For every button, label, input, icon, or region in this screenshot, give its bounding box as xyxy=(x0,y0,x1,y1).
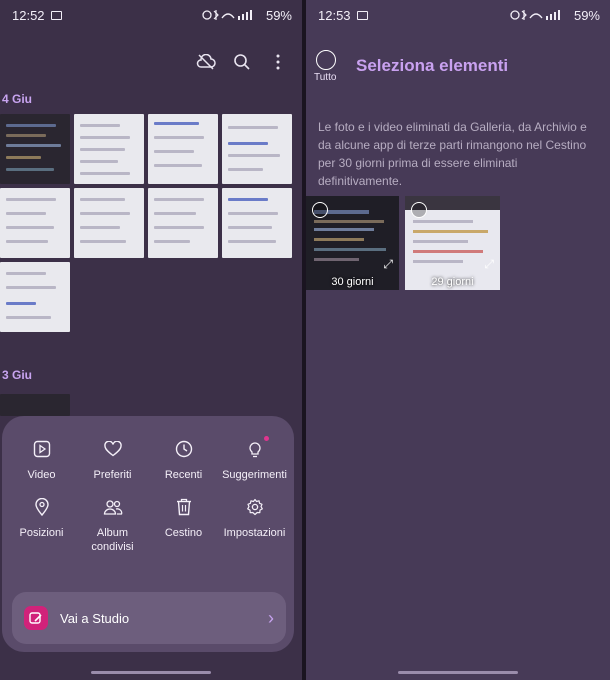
menu-item-label: Recenti xyxy=(164,469,203,481)
battery-level: 59% xyxy=(573,7,600,23)
heart-icon xyxy=(102,438,124,460)
page-title: Seleziona elementi xyxy=(356,56,509,75)
menu-item-label: Posizioni xyxy=(19,527,64,539)
menu-item-settings[interactable]: Impostazioni xyxy=(219,496,290,554)
select-all-checkbox[interactable] xyxy=(316,50,336,70)
image-notification-icon xyxy=(50,10,62,20)
menu-item-favorites[interactable]: Preferiti xyxy=(77,438,148,482)
menu-item-locations[interactable]: Posizioni xyxy=(6,496,77,554)
status-bar: 12:53 59% xyxy=(306,0,610,30)
cloud-off-icon[interactable] xyxy=(196,52,216,72)
gear-icon xyxy=(244,496,266,518)
studio-label: Vai a Studio xyxy=(60,610,130,626)
photo-thumbnail[interactable] xyxy=(222,188,292,258)
photo-thumbnail[interactable] xyxy=(0,114,70,184)
lightbulb-icon xyxy=(244,436,269,460)
select-all-label[interactable]: Tutto xyxy=(314,72,336,83)
menu-item-video[interactable]: Video xyxy=(6,438,77,482)
photo-thumbnail[interactable] xyxy=(74,188,144,258)
trash-info-text: Le foto e i video eliminati da Galleria,… xyxy=(318,120,587,188)
gallery-menu-screen: 12:52 59% 4 Giu 3 Giu Video Preferiti Re… xyxy=(0,0,302,680)
menu-item-label: Impostazioni xyxy=(223,527,286,539)
location-pin-icon xyxy=(31,496,53,518)
image-notification-icon xyxy=(356,10,368,20)
trash-item[interactable]: ⤢ 30 giorni xyxy=(306,196,399,290)
section-date: 3 Giu xyxy=(2,368,33,382)
item-select-checkbox[interactable] xyxy=(312,202,328,218)
photo-thumbnail[interactable] xyxy=(148,188,218,258)
trash-select-screen: 12:53 59% Tutto Seleziona elementi Le fo… xyxy=(306,0,610,680)
clock-icon xyxy=(173,438,195,460)
status-time: 12:53 xyxy=(318,7,351,23)
photo-thumbnail[interactable] xyxy=(148,114,218,184)
photo-thumbnail[interactable] xyxy=(0,394,70,416)
days-remaining: 30 giorni xyxy=(331,276,374,288)
trash-icon xyxy=(173,496,195,518)
signal-icons xyxy=(202,10,252,20)
notification-dot xyxy=(263,436,269,441)
photo-grid xyxy=(0,114,302,332)
days-remaining: 29 giorni xyxy=(431,276,474,288)
status-icons xyxy=(510,9,570,21)
menu-item-label: Album condivisi xyxy=(91,527,134,553)
menu-item-trash[interactable]: Cestino xyxy=(148,496,219,554)
people-icon xyxy=(102,496,124,518)
menu-item-label: Cestino xyxy=(164,527,203,539)
trash-item[interactable]: ⤢ 29 giorni xyxy=(405,196,500,290)
photo-thumbnail[interactable] xyxy=(222,114,292,184)
gesture-bar[interactable] xyxy=(91,671,211,674)
battery-level: 59% xyxy=(265,7,292,23)
gesture-bar[interactable] xyxy=(398,671,518,674)
chevron-right-icon: › xyxy=(268,607,274,628)
menu-item-recent[interactable]: Recenti xyxy=(148,438,219,482)
menu-item-label: Video xyxy=(27,469,56,481)
item-select-checkbox[interactable] xyxy=(411,202,427,218)
section-date: 4 Giu xyxy=(2,92,33,106)
photo-thumbnail[interactable] xyxy=(74,114,144,184)
studio-logo-icon xyxy=(24,606,48,630)
menu-item-label: Suggerimenti xyxy=(222,469,287,481)
status-time: 12:52 xyxy=(12,7,45,23)
menu-item-label: Preferiti xyxy=(93,469,132,481)
expand-icon[interactable]: ⤢ xyxy=(383,257,393,272)
studio-button[interactable]: Vai a Studio › xyxy=(12,592,286,644)
status-icons xyxy=(202,9,262,21)
photo-thumbnail[interactable] xyxy=(0,188,70,258)
status-bar: 12:52 59% xyxy=(0,0,302,30)
expand-icon[interactable]: ⤢ xyxy=(484,257,494,272)
gallery-menu-sheet: Video Preferiti Recenti Suggerimenti Pos… xyxy=(2,416,294,652)
photo-thumbnail[interactable] xyxy=(0,262,70,332)
play-icon xyxy=(31,438,53,460)
search-icon[interactable] xyxy=(232,52,252,72)
menu-item-shared-albums[interactable]: Album condivisi xyxy=(77,496,148,554)
more-options-icon[interactable] xyxy=(268,52,288,72)
signal-icons xyxy=(510,10,560,20)
menu-item-suggestions[interactable]: Suggerimenti xyxy=(219,436,290,482)
gallery-toolbar xyxy=(196,52,288,72)
menu-grid: Video Preferiti Recenti Suggerimenti Pos… xyxy=(6,436,290,554)
